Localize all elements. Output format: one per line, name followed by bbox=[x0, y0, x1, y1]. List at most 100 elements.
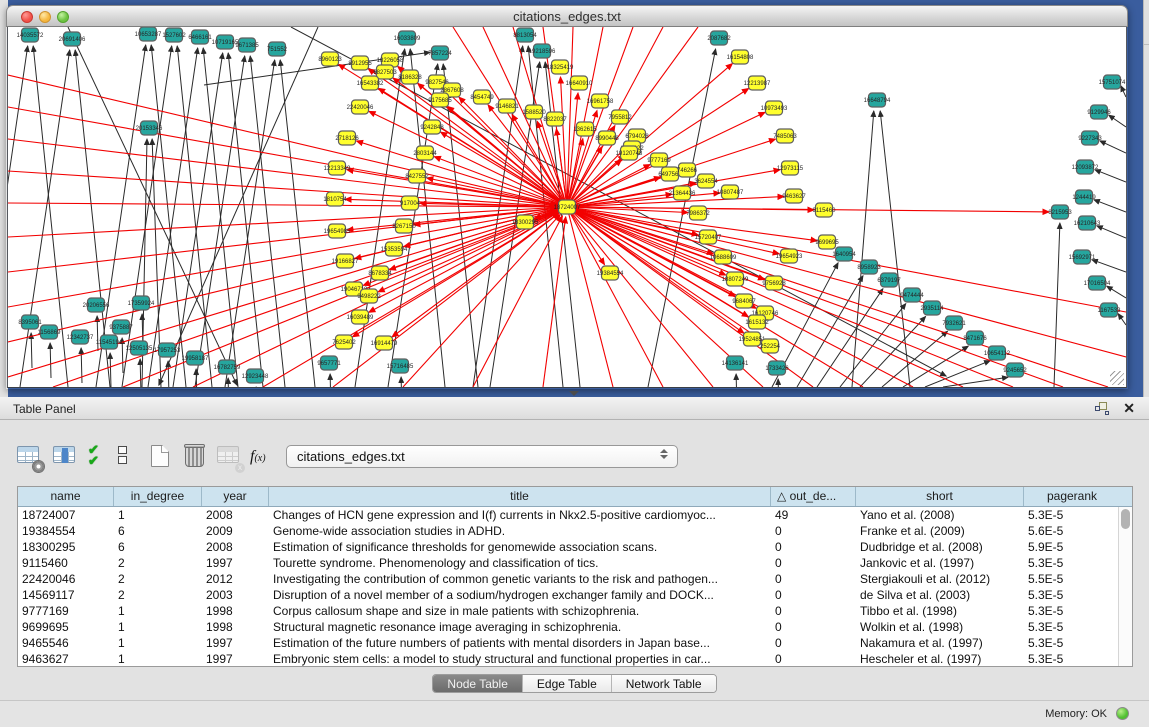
table-body[interactable]: 1872400712008Changes of HCN gene express… bbox=[18, 507, 1118, 666]
graph-node[interactable]: 9227343 bbox=[1078, 131, 1102, 145]
column-header-name[interactable]: name bbox=[18, 487, 114, 506]
table-row[interactable]: 911546021997Tourette syndrome. Phenomeno… bbox=[18, 555, 1118, 571]
graph-node[interactable]: 1527602 bbox=[162, 28, 186, 42]
graph-node[interactable]: 9175685 bbox=[428, 93, 452, 107]
network-window-titlebar[interactable]: citations_edges.txt bbox=[6, 5, 1128, 27]
table-row[interactable]: 969969511998Structural magnetic resonanc… bbox=[18, 619, 1118, 635]
graph-node[interactable]: 6379197 bbox=[877, 273, 901, 287]
delete-table-icon[interactable]: x bbox=[216, 444, 242, 470]
graph-node[interactable]: 8678334 bbox=[368, 266, 392, 280]
graph-node[interactable]: 1362615 bbox=[573, 122, 597, 136]
graph-node[interactable]: 9671385 bbox=[235, 38, 259, 52]
table-vertical-scrollbar[interactable] bbox=[1118, 507, 1132, 666]
graph-node[interactable]: 8427552 bbox=[405, 169, 429, 183]
graph-node[interactable]: 8267150 bbox=[392, 219, 416, 233]
graph-node[interactable]: 16648794 bbox=[864, 93, 891, 107]
delete-rows-icon[interactable] bbox=[182, 444, 208, 470]
graph-node[interactable]: 10654112 bbox=[984, 346, 1011, 360]
table-row[interactable]: 1938455462009Genome-wide association stu… bbox=[18, 523, 1118, 539]
column-header-title[interactable]: title bbox=[269, 487, 771, 506]
graph-node[interactable]: 15353594 bbox=[381, 242, 408, 256]
graph-node[interactable]: 19218596 bbox=[529, 44, 556, 58]
table-row[interactable]: 1830029562008Estimation of significance … bbox=[18, 539, 1118, 555]
graph-node[interactable]: 15751074 bbox=[1099, 75, 1126, 89]
column-header-short[interactable]: short bbox=[856, 487, 1024, 506]
column-header-out-de-[interactable]: △ out_de... bbox=[771, 487, 856, 506]
graph-node[interactable]: 2087682 bbox=[707, 31, 731, 45]
graph-node[interactable]: 1244419 bbox=[1072, 190, 1096, 204]
network-window[interactable]: citations_edges.txt 18724007140355722069… bbox=[6, 5, 1128, 389]
graph-node[interactable]: 9242848 bbox=[420, 120, 444, 134]
graph-node[interactable]: 16210643 bbox=[1074, 216, 1101, 230]
resize-grip-icon[interactable] bbox=[1110, 371, 1124, 385]
graph-node[interactable]: 12342737 bbox=[67, 330, 94, 344]
graph-node[interactable]: 17016504 bbox=[1084, 276, 1111, 290]
graph-node[interactable]: 9699695 bbox=[815, 235, 839, 249]
graph-node[interactable]: 7932621 bbox=[942, 316, 966, 330]
graph-node[interactable]: 8960123 bbox=[318, 52, 342, 66]
table-row[interactable]: 2242004622012Investigating the contribut… bbox=[18, 571, 1118, 587]
graph-node[interactable]: 9129946 bbox=[1087, 105, 1111, 119]
graph-node[interactable]: 18325419 bbox=[547, 60, 574, 74]
graph-node[interactable]: 16961758 bbox=[587, 94, 614, 108]
graph-node[interactable]: 14136141 bbox=[722, 356, 749, 370]
graph-node[interactable]: 3624554 bbox=[694, 174, 718, 188]
table-row[interactable]: 946362711997Embryonic stem cells: a mode… bbox=[18, 651, 1118, 666]
graph-node[interactable]: 19958187 bbox=[182, 351, 209, 365]
column-header-year[interactable]: year bbox=[202, 487, 269, 506]
graph-node[interactable]: 20206556 bbox=[83, 298, 110, 312]
graph-node[interactable]: 8215953 bbox=[1048, 205, 1072, 219]
function-builder-icon[interactable]: f(x) bbox=[250, 444, 276, 470]
graph-node[interactable]: 16640910 bbox=[566, 76, 593, 90]
graph-node[interactable]: 19654985 bbox=[324, 224, 351, 238]
column-header-in-degree[interactable]: in_degree bbox=[114, 487, 202, 506]
graph-node[interactable]: 7986372 bbox=[686, 206, 710, 220]
graph-node[interactable]: 9777169 bbox=[647, 153, 671, 167]
graph-node[interactable]: 9498222 bbox=[357, 289, 381, 303]
graph-node[interactable]: 8454749 bbox=[470, 90, 494, 104]
row-height-icon[interactable] bbox=[118, 444, 144, 470]
graph-node[interactable]: 252254 bbox=[760, 339, 781, 353]
graph-node[interactable]: 16154808 bbox=[727, 50, 754, 64]
graph-node[interactable]: 1615132 bbox=[745, 315, 769, 329]
graph-node[interactable]: 12213987 bbox=[744, 76, 771, 90]
graph-node[interactable]: 8822037 bbox=[543, 112, 567, 126]
graph-node[interactable]: 10653287 bbox=[135, 27, 162, 41]
graph-node[interactable]: 9146821 bbox=[495, 99, 519, 113]
graph-node[interactable]: 16033809 bbox=[394, 31, 421, 45]
network-canvas[interactable]: 1872400714035572206914061065328715276026… bbox=[7, 27, 1127, 388]
graph-node[interactable]: 8912955 bbox=[348, 56, 372, 70]
graph-node[interactable]: 9474444 bbox=[900, 288, 924, 302]
citation-graph[interactable]: 1872400714035572206914061065328715276026… bbox=[8, 27, 1126, 387]
column-header-pagerank[interactable]: pagerank bbox=[1024, 487, 1120, 506]
float-panel-icon[interactable] bbox=[1095, 402, 1109, 414]
close-panel-icon[interactable]: ✕ bbox=[1123, 400, 1135, 417]
graph-node[interactable]: 7857224 bbox=[428, 46, 452, 60]
graph-node[interactable]: 917004 bbox=[400, 196, 421, 210]
graph-node[interactable]: 12093872 bbox=[1072, 160, 1099, 174]
tab-network-table[interactable]: Network Table bbox=[612, 675, 716, 692]
graph-node[interactable]: 9375887 bbox=[109, 320, 133, 334]
table-settings-icon[interactable] bbox=[16, 444, 42, 470]
table-row[interactable]: 946554611997Estimation of the future num… bbox=[18, 635, 1118, 651]
graph-node[interactable]: 9245652 bbox=[1003, 363, 1027, 377]
select-rows-icon[interactable]: ✔✔ bbox=[88, 444, 114, 470]
graph-node[interactable]: 9756928 bbox=[762, 276, 786, 290]
graph-node[interactable]: 19166827 bbox=[332, 254, 359, 268]
graph-node[interactable]: 1733426 bbox=[765, 361, 789, 375]
graph-node[interactable]: 8471676 bbox=[963, 331, 987, 345]
graph-node[interactable]: 8813054 bbox=[513, 28, 537, 42]
graph-node[interactable]: 1640954 bbox=[832, 247, 856, 261]
graph-node[interactable]: 2935114 bbox=[921, 301, 945, 315]
graph-node[interactable]: 1167533 bbox=[1098, 303, 1122, 317]
graph-node[interactable]: 18807249 bbox=[722, 272, 749, 286]
graph-node[interactable]: 2803144 bbox=[413, 146, 437, 160]
graph-node[interactable]: 12213349 bbox=[324, 161, 351, 175]
graph-node[interactable]: 8958923 bbox=[857, 260, 881, 274]
graph-node[interactable]: 10807487 bbox=[717, 185, 744, 199]
graph-node[interactable]: 8395061 bbox=[18, 315, 42, 329]
graph-node[interactable]: 11545194 bbox=[96, 335, 123, 349]
new-table-icon[interactable] bbox=[148, 444, 174, 470]
table-row[interactable]: 1456911722003Disruption of a novel membe… bbox=[18, 587, 1118, 603]
graph-node[interactable]: 12923448 bbox=[242, 369, 269, 383]
